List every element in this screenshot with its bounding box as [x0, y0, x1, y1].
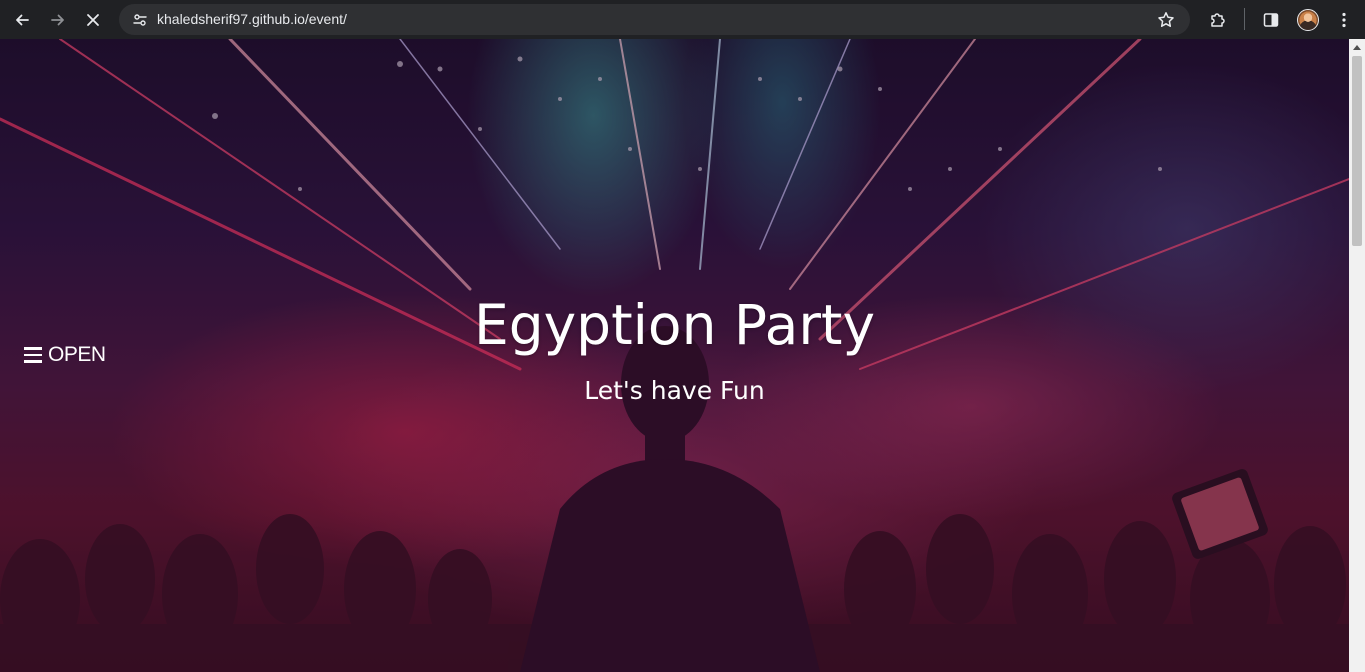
puzzle-icon — [1211, 13, 1225, 27]
site-info-button[interactable] — [126, 6, 154, 34]
address-bar[interactable]: khaledsherif97.github.io/event/ — [119, 4, 1190, 35]
side-panel-icon — [1263, 13, 1279, 27]
hero-title: Egyption Party — [473, 293, 876, 357]
avatar — [1297, 9, 1319, 31]
arrow-left-icon — [16, 14, 29, 26]
browser-menu-button[interactable] — [1329, 5, 1359, 35]
tune-icon — [133, 14, 147, 26]
bookmark-button[interactable] — [1152, 6, 1180, 34]
url-text[interactable]: khaledsherif97.github.io/event/ — [157, 11, 347, 27]
extensions-button[interactable] — [1203, 5, 1233, 35]
caret-up-icon — [1353, 45, 1361, 50]
arrow-right-icon — [51, 14, 64, 26]
hero-subtitle: Let's have Fun — [584, 376, 765, 405]
side-panel-button[interactable] — [1256, 5, 1286, 35]
browser-toolbar: khaledsherif97.github.io/event/ — [0, 0, 1365, 39]
close-icon — [87, 14, 99, 26]
kebab-menu-icon — [1342, 12, 1346, 28]
stop-loading-button[interactable] — [79, 6, 107, 34]
scrollbar-thumb[interactable] — [1352, 56, 1362, 246]
back-button[interactable] — [8, 6, 36, 34]
star-icon — [1158, 12, 1174, 27]
toolbar-separator — [1244, 8, 1245, 30]
profile-button[interactable] — [1293, 5, 1323, 35]
page-viewport: OPEN Egyption Party Let's have Fun — [0, 39, 1349, 672]
scroll-up-button[interactable] — [1349, 39, 1365, 55]
page-scrollbar[interactable] — [1349, 39, 1365, 672]
forward-button[interactable] — [44, 6, 72, 34]
hero-section: OPEN Egyption Party Let's have Fun — [0, 39, 1349, 672]
